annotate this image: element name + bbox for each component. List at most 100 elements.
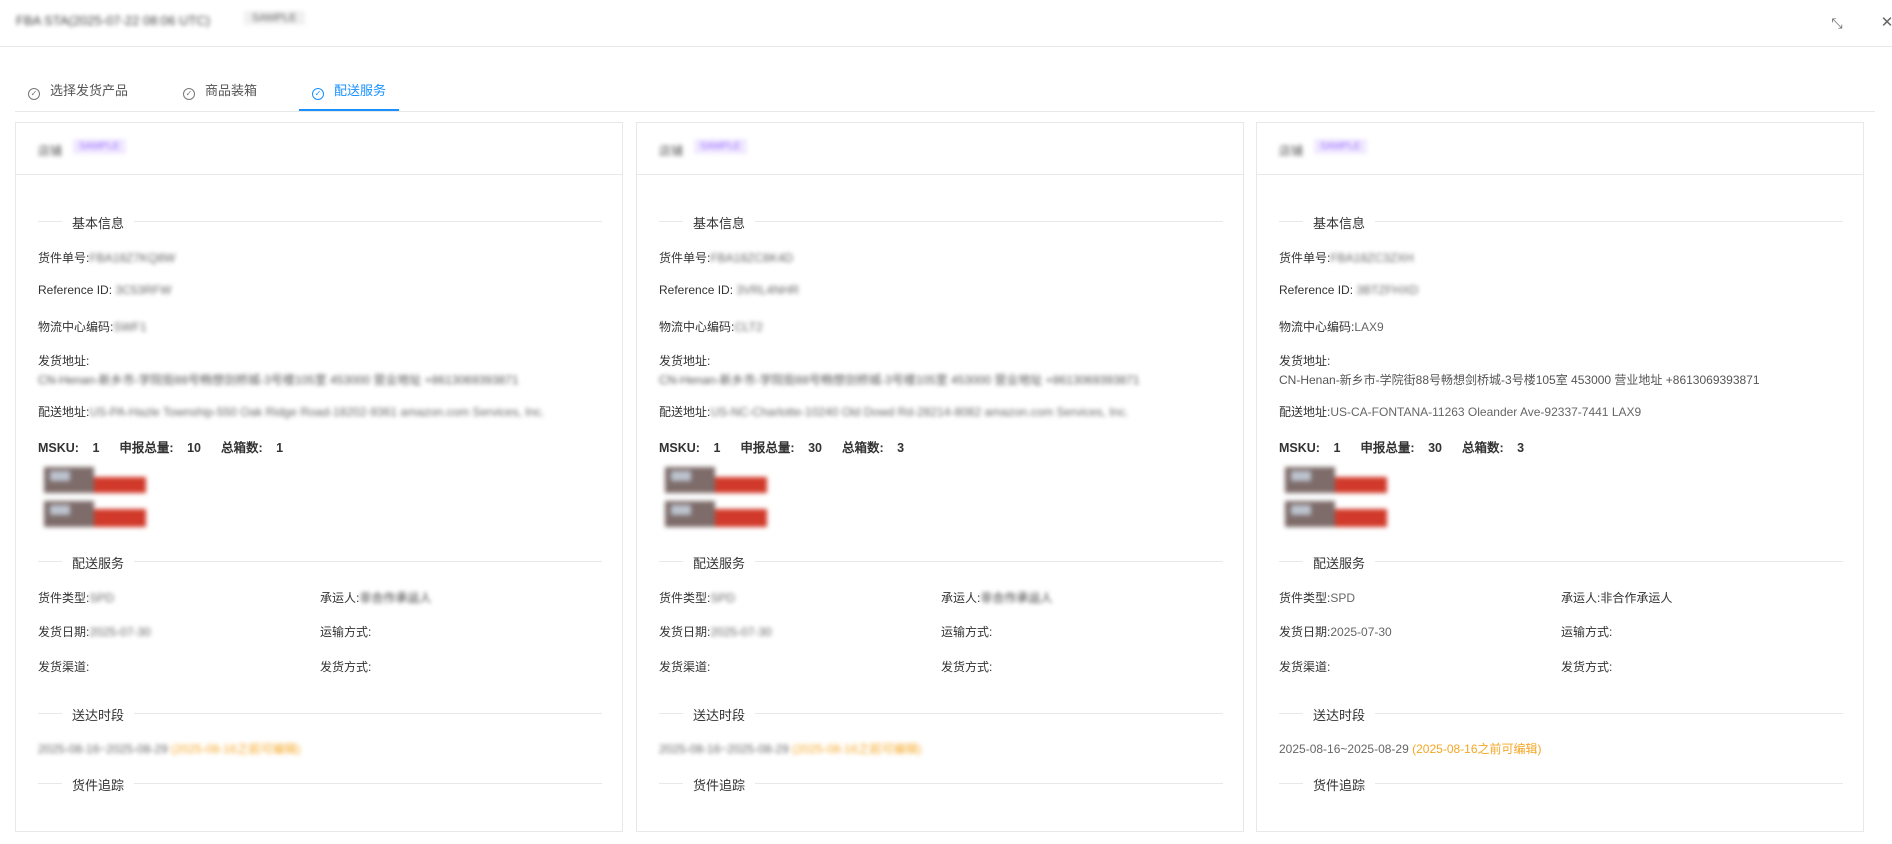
- section-delivery-window: 送达时段: [38, 703, 602, 724]
- section-title: 送达时段: [683, 705, 756, 724]
- delivery-window-field: 2025-08-16~2025-08-29 (2025-08-16之前可编辑): [1279, 740, 1542, 757]
- shipment-no-value: FBA18Z7KQ8W: [89, 251, 176, 265]
- declared-total: 30: [808, 441, 822, 455]
- msku-count: 1: [713, 441, 721, 455]
- ship-from-label: 发货地址:: [38, 354, 90, 368]
- reference-id-value: 3VRL4NHR: [736, 283, 800, 297]
- carrier-value: 非合作承运人: [980, 591, 1053, 605]
- shop-tag: SAMPLE: [694, 139, 747, 154]
- section-tracking: 货件追踪: [1279, 773, 1843, 794]
- transport-mode-field: 运输方式:: [320, 625, 372, 639]
- delivery-window-field: 2025-08-16~2025-08-29 (2025-08-16之前可编辑): [659, 740, 922, 757]
- section-delivery-service: 配送服务: [1279, 551, 1843, 572]
- card-header: 店铺 SAMPLE: [16, 123, 622, 175]
- ship-from-label: 发货地址:: [1279, 354, 1331, 368]
- delivery-window-field: 2025-08-16~2025-08-29 (2025-08-16之前可编辑): [38, 740, 301, 757]
- total-boxes: 3: [897, 441, 905, 455]
- card-header: 店铺 SAMPLE: [637, 123, 1243, 175]
- carrier-field: 承运人:非合作承运人: [1561, 591, 1673, 605]
- delivery-window-value: 2025-08-16~2025-08-29: [1279, 742, 1409, 756]
- reference-id-value: 3BTZFHXD: [1356, 283, 1419, 297]
- ship-to-field: 配送地址:US-CA-FONTANA-11263 Oleander Ave-92…: [1279, 405, 1642, 419]
- check-circle-icon: ✓: [312, 88, 324, 100]
- edit-deadline-note[interactable]: (2025-08-16之前可编辑): [171, 742, 300, 756]
- ship-from-label: 发货地址:: [659, 354, 711, 368]
- ship-date-field: 发货日期:2025-07-30: [1279, 625, 1392, 639]
- ship-method-field: 发货方式:: [941, 660, 993, 674]
- transport-mode-field: 运输方式:: [1561, 625, 1613, 639]
- ship-from-value: CN-Henan-新乡市-学院街88号畅想剑桥城-3号楼105室 453000 …: [38, 373, 519, 387]
- ship-date-field: 发货日期:2025-07-30: [38, 625, 151, 639]
- ship-from-value: CN-Henan-新乡市-学院街88号畅想剑桥城-3号楼105室 453000 …: [1279, 373, 1760, 387]
- msku-count: 1: [92, 441, 100, 455]
- ship-date-value: 2025-07-30: [710, 625, 772, 639]
- section-tracking: 货件追踪: [38, 773, 602, 794]
- ship-date-field: 发货日期:2025-07-30: [659, 625, 772, 639]
- sku-summary: MSKU: 1 申报总量: 30 总箱数: 3: [659, 441, 905, 455]
- reference-id-value: 3C53RFW: [115, 283, 172, 297]
- ship-date-value: 2025-07-30: [1330, 625, 1392, 639]
- fc-code-field: 物流中心编码:LAX9: [1279, 320, 1384, 334]
- total-boxes: 1: [276, 441, 284, 455]
- tab-label: 商品装箱: [205, 83, 258, 98]
- shop-label: 店铺: [1279, 144, 1304, 158]
- shipment-no-field: 货件单号:FBA18Z7KQ8W: [38, 251, 176, 265]
- ship-method-field: 发货方式:: [320, 660, 372, 674]
- ship-to-field: 配送地址:US-NC-Charlotte-10240 Old Dowd Rd-2…: [659, 405, 1129, 419]
- reference-id-field: Reference ID: 3VRL4NHR: [659, 283, 800, 297]
- fc-code-value: SWF1: [113, 320, 147, 334]
- section-basic-info: 基本信息: [659, 211, 1223, 232]
- modal-header: FBA STA(2025-07-22 08:06 UTC) SAMPLE ⤡ ✕: [0, 0, 1892, 47]
- section-basic-info: 基本信息: [1279, 211, 1843, 232]
- tab-select-products[interactable]: ✓ 选择发货产品: [28, 75, 128, 111]
- section-delivery-service: 配送服务: [659, 551, 1223, 572]
- fc-code-value: LAX9: [1354, 320, 1384, 334]
- section-delivery-service: 配送服务: [38, 551, 602, 572]
- tab-packing[interactable]: ✓ 商品装箱: [183, 75, 257, 111]
- shipment-type-field: 货件类型:SPD: [38, 591, 115, 605]
- shop-tag: SAMPLE: [73, 139, 126, 154]
- section-title: 基本信息: [683, 213, 756, 232]
- close-icon[interactable]: ✕: [1877, 13, 1892, 33]
- shop-label: 店铺: [659, 144, 684, 158]
- shipment-card-3: 店铺 SAMPLE 基本信息 货件单号:FBA18ZC3ZXH Referenc…: [1256, 122, 1864, 832]
- tab-delivery-service[interactable]: ✓ 配送服务: [312, 75, 386, 111]
- delivery-window-value: 2025-08-16~2025-08-29: [38, 742, 168, 756]
- tab-active-indicator: [299, 109, 399, 111]
- fullscreen-icon[interactable]: ⤡: [1827, 13, 1847, 33]
- modal-title: FBA STA(2025-07-22 08:06 UTC): [16, 13, 211, 28]
- carrier-field: 承运人:非合作承运人: [320, 591, 432, 605]
- section-title: 货件追踪: [683, 775, 756, 794]
- section-title: 送达时段: [62, 705, 135, 724]
- edit-deadline-note[interactable]: (2025-08-16之前可编辑): [1412, 742, 1541, 756]
- ship-to-value: US-NC-Charlotte-10240 Old Dowd Rd-28214-…: [710, 405, 1129, 419]
- section-tracking: 货件追踪: [659, 773, 1223, 794]
- shop-label: 店铺: [38, 144, 63, 158]
- title-badge: SAMPLE: [244, 11, 305, 25]
- total-boxes: 3: [1517, 441, 1525, 455]
- fc-code-value: CLT2: [734, 320, 763, 334]
- ship-channel-field: 发货渠道:: [1279, 660, 1331, 674]
- check-circle-icon: ✓: [28, 88, 40, 100]
- section-title: 配送服务: [683, 553, 756, 572]
- shipment-no-field: 货件单号:FBA18ZC8K4D: [659, 251, 794, 265]
- section-delivery-window: 送达时段: [1279, 703, 1843, 724]
- section-title: 货件追踪: [62, 775, 135, 794]
- edit-deadline-note[interactable]: (2025-08-16之前可编辑): [792, 742, 921, 756]
- ship-to-value: US-CA-FONTANA-11263 Oleander Ave-92337-7…: [1330, 405, 1642, 419]
- ship-channel-field: 发货渠道:: [659, 660, 711, 674]
- section-title: 配送服务: [62, 553, 135, 572]
- product-thumbnail: [1279, 463, 1391, 535]
- ship-method-field: 发货方式:: [1561, 660, 1613, 674]
- reference-id-field: Reference ID: 3C53RFW: [38, 283, 172, 297]
- msku-count: 1: [1333, 441, 1341, 455]
- shop-tag: SAMPLE: [1314, 139, 1367, 154]
- check-circle-icon: ✓: [183, 88, 195, 100]
- product-thumbnail: [38, 463, 150, 535]
- ship-channel-field: 发货渠道:: [38, 660, 90, 674]
- carrier-field: 承运人:非合作承运人: [941, 591, 1053, 605]
- shipment-card-1: 店铺 SAMPLE 基本信息 货件单号:FBA18Z7KQ8W Referenc…: [15, 122, 623, 832]
- transport-mode-field: 运输方式:: [941, 625, 993, 639]
- sku-summary: MSKU: 1 申报总量: 30 总箱数: 3: [1279, 441, 1525, 455]
- section-title: 基本信息: [1303, 213, 1376, 232]
